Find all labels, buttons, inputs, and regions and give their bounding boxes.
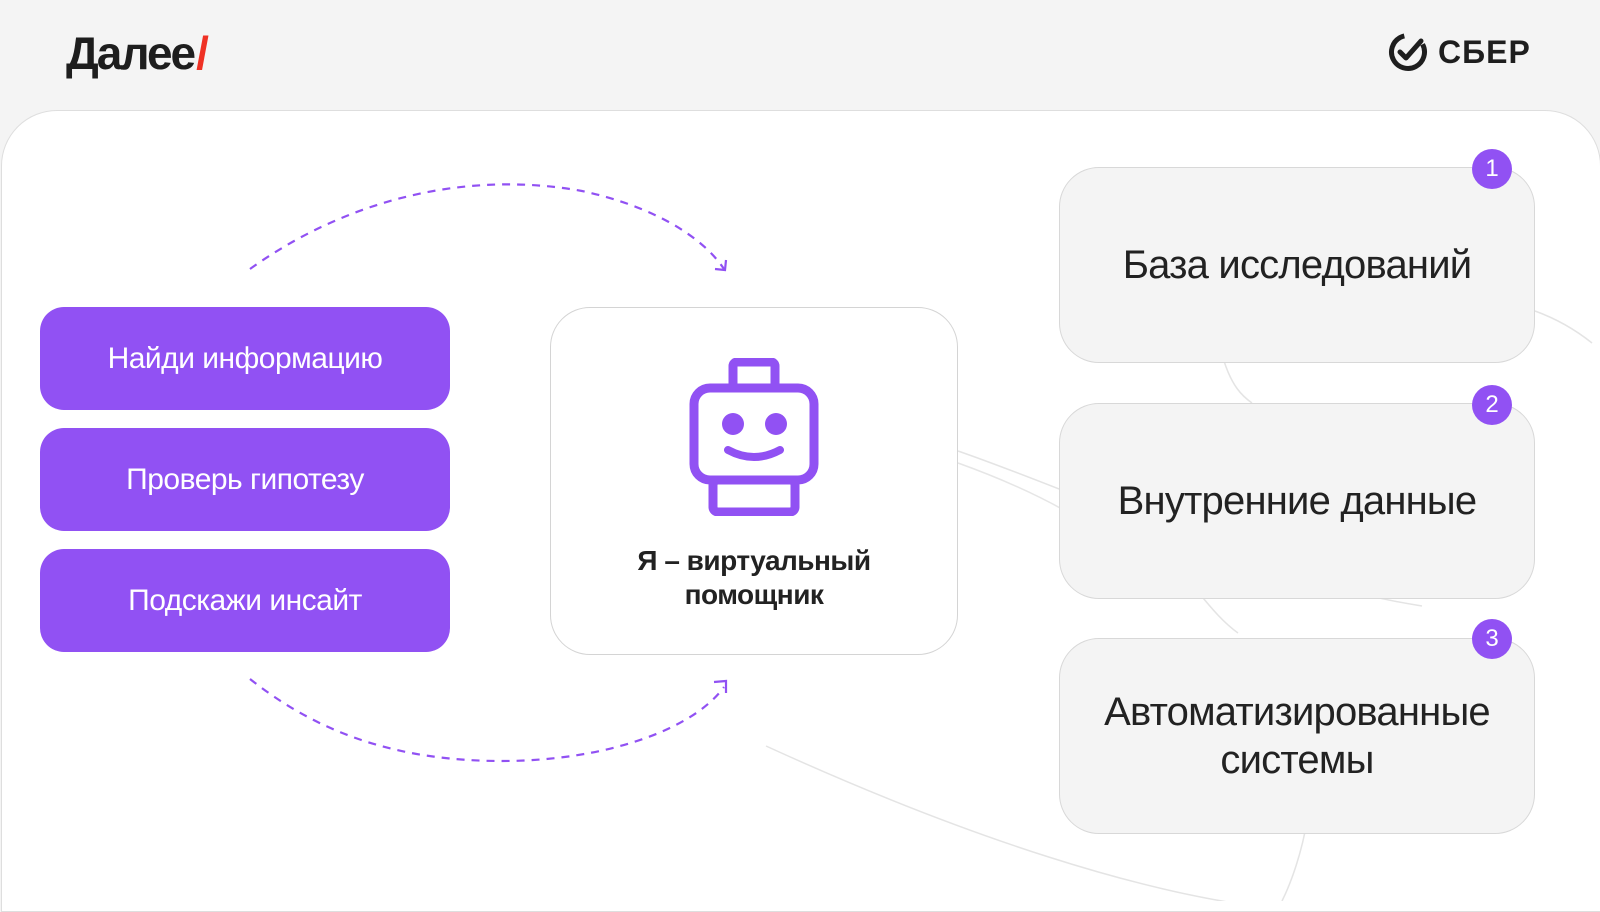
bottom-dashed-arc	[249, 678, 725, 763]
sber-logo: СБЕР	[1388, 32, 1531, 72]
assistant-label: Я – виртуальный помощник	[551, 544, 957, 612]
dalee-logo: Далее/	[66, 26, 209, 80]
diagram-canvas: Найди информацию Проверь гипотезу Подска…	[1, 110, 1600, 912]
source-badge-2: 2	[1472, 385, 1512, 425]
source-card-label: Автоматизированные системы	[1104, 688, 1491, 784]
sber-logo-text: СБЕР	[1438, 33, 1531, 70]
source-badge-1: 1	[1472, 149, 1512, 189]
robot-icon	[689, 358, 819, 516]
top-dashed-arc	[249, 183, 725, 270]
command-suggest-insight[interactable]: Подскажи инсайт	[40, 549, 450, 652]
source-label-line1: Внутренние данные	[1117, 479, 1477, 523]
assistant-label-line2: помощник	[684, 579, 824, 610]
source-card-label: База исследований	[1123, 241, 1472, 289]
sber-check-icon	[1389, 33, 1427, 71]
command-check-hypothesis[interactable]: Проверь гипотезу	[40, 428, 450, 531]
command-find-info[interactable]: Найди информацию	[40, 307, 450, 410]
assistant-card: Я – виртуальный помощник	[550, 307, 958, 655]
bottom-arrowhead	[713, 679, 728, 693]
dalee-logo-slash: /	[196, 27, 209, 79]
source-label-line1: База исследований	[1122, 243, 1472, 287]
command-find-info-label: Найди информацию	[107, 341, 383, 375]
source-card-research-base: База исследований	[1059, 167, 1535, 363]
source-label-line2: системы	[1220, 738, 1374, 782]
assistant-label-line1: Я – виртуальный	[637, 545, 871, 576]
source-label-line1: Автоматизированные	[1104, 690, 1491, 734]
command-check-hypothesis-label: Проверь гипотезу	[126, 462, 364, 496]
source-card-automated-systems: Автоматизированные системы	[1059, 638, 1535, 834]
source-badge-3: 3	[1472, 619, 1512, 659]
dalee-logo-text: Далее	[66, 27, 196, 79]
command-suggest-insight-label: Подскажи инсайт	[128, 583, 362, 617]
source-card-label: Внутренние данные	[1118, 477, 1477, 525]
source-card-internal-data: Внутренние данные	[1059, 403, 1535, 599]
